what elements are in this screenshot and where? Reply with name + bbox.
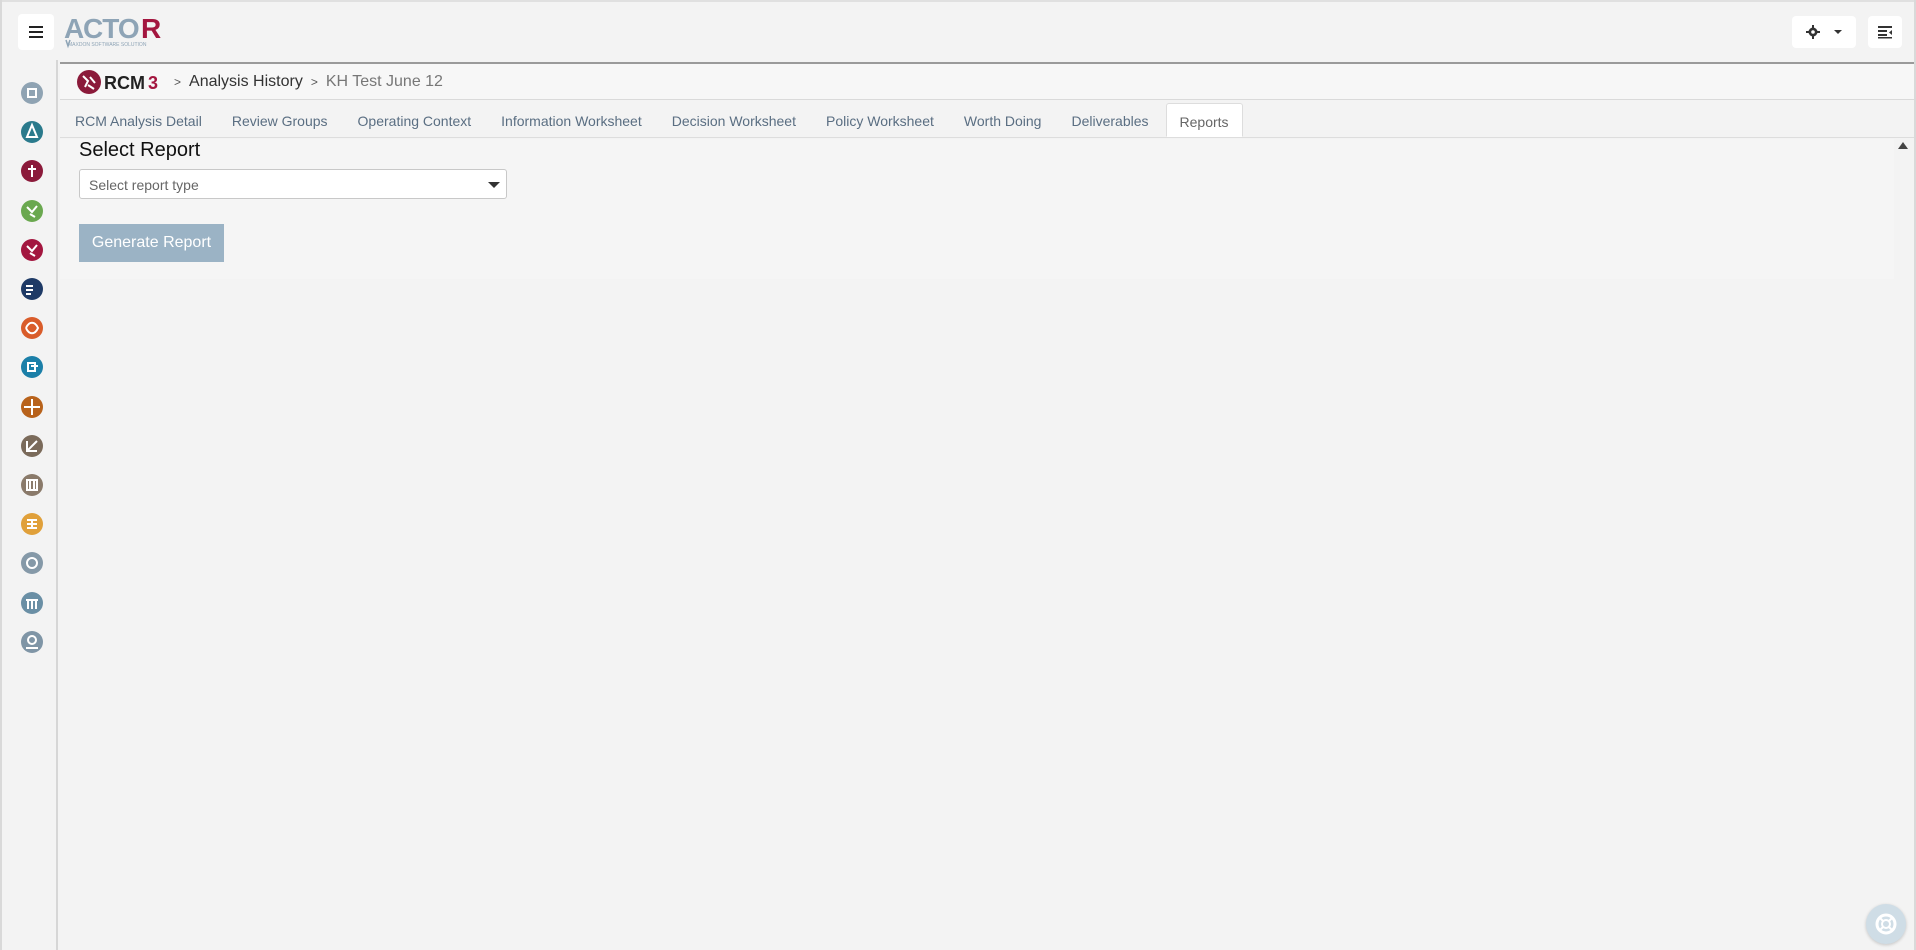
module-icon-15[interactable] [19,629,45,655]
menu-button[interactable] [18,14,54,50]
module-icon-8[interactable] [19,354,45,380]
module-sidebar [2,60,58,950]
module-icon-10[interactable] [19,433,45,459]
generate-report-button[interactable]: Generate Report [79,224,224,262]
module-icon-5[interactable] [19,237,45,263]
module-icon-11[interactable] [19,472,45,498]
tab-review-groups[interactable]: Review Groups [217,103,343,137]
breadcrumb-separator: > [310,74,318,89]
scroll-up-arrow-icon[interactable] [1898,142,1908,149]
module-icon-14[interactable] [19,590,45,616]
module-icon-9[interactable] [19,394,45,420]
svg-text:A: A [64,13,84,44]
content-scrollbar[interactable] [1894,139,1914,950]
report-type-select[interactable]: Select report type [79,169,507,199]
module-icon-6[interactable] [19,276,45,302]
tab-policy-worksheet[interactable]: Policy Worksheet [811,103,949,137]
breadcrumb-current-analysis: KH Test June 12 [325,72,443,90]
panel-toggle-button[interactable] [1868,16,1902,48]
tab-operating-context[interactable]: Operating Context [343,103,487,137]
hamburger-icon [29,26,43,38]
tab-decision-worksheet[interactable]: Decision Worksheet [657,103,811,137]
tab-information-worksheet[interactable]: Information Worksheet [486,103,657,137]
module-icon-12[interactable] [19,511,45,537]
sidebar-toggle-icon [1878,26,1892,39]
module-icon-2[interactable] [19,119,45,145]
actor-logo[interactable]: A CTO R MAXDON SOFTWARE SOLUTION [62,12,164,50]
breadcrumb: RCM 3 > Analysis History > KH Test June … [60,62,1914,100]
tab-rcm-analysis-detail[interactable]: RCM Analysis Detail [60,103,217,137]
top-bar: A CTO R MAXDON SOFTWARE SOLUTION [2,2,1914,60]
analysis-tabs: RCM Analysis Detail Review Groups Operat… [60,103,1914,138]
report-form-area [60,139,1896,279]
svg-text:3: 3 [148,73,158,93]
gear-icon [1806,25,1820,39]
report-type-placeholder: Select report type [89,177,199,193]
caret-down-icon [488,182,500,188]
svg-text:RCM: RCM [104,73,145,93]
settings-dropdown-button[interactable] [1792,16,1856,48]
chevron-down-icon [1834,30,1842,34]
module-icon-3[interactable] [19,158,45,184]
rcm3-logo[interactable]: RCM 3 [76,67,166,97]
tab-reports[interactable]: Reports [1165,103,1243,137]
page-title: Select Report [79,139,201,161]
svg-text:R: R [141,13,161,44]
module-icon-13[interactable] [19,550,45,576]
reports-panel: Select Report Select report type Generat… [60,139,1896,950]
module-icon-7[interactable] [19,315,45,341]
tab-worth-doing[interactable]: Worth Doing [949,103,1057,137]
help-button[interactable] [1866,904,1906,944]
svg-text:MAXDON SOFTWARE SOLUTION: MAXDON SOFTWARE SOLUTION [68,42,147,48]
tab-deliverables[interactable]: Deliverables [1056,103,1163,137]
breadcrumb-analysis-history[interactable]: Analysis History [189,73,303,91]
module-icon-1[interactable] [19,80,45,106]
svg-text:CTO: CTO [83,13,139,44]
lifebuoy-icon [1875,913,1897,935]
module-icon-4[interactable] [19,198,45,224]
breadcrumb-separator: > [174,74,182,89]
